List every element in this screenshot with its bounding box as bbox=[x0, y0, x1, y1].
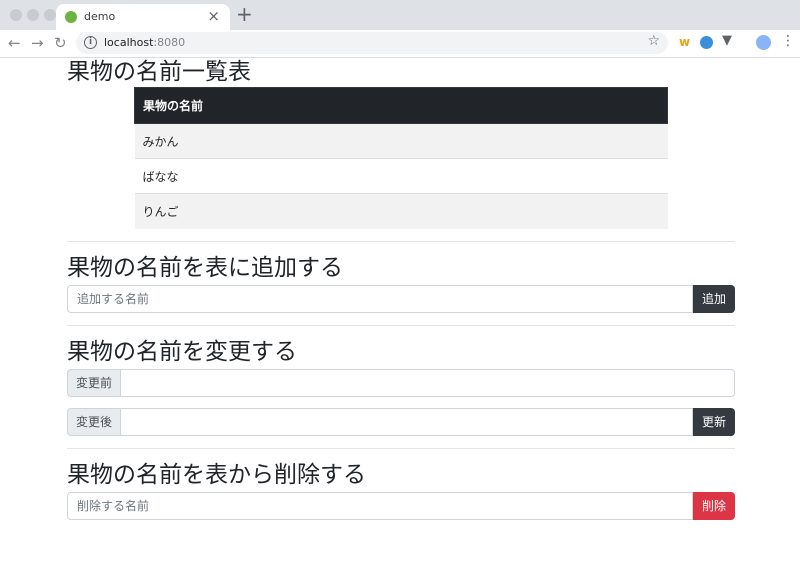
before-input-group: 変更前 bbox=[67, 368, 735, 397]
extension-triangle-icon[interactable]: ▼ bbox=[722, 33, 732, 48]
bookmark-star-icon[interactable]: ☆ bbox=[647, 33, 660, 49]
delete-input-group: 削除 bbox=[67, 491, 735, 520]
extension-w-icon[interactable]: w bbox=[679, 35, 690, 49]
window-zoom-dot[interactable] bbox=[44, 9, 56, 21]
menu-kebab-icon[interactable]: ⋮ bbox=[781, 33, 795, 49]
delete-name-input[interactable] bbox=[67, 491, 693, 520]
extension-compass-icon[interactable] bbox=[700, 36, 713, 49]
divider bbox=[67, 447, 735, 449]
add-button[interactable]: 追加 bbox=[692, 284, 735, 313]
browser-tab[interactable]: demo × bbox=[56, 4, 230, 30]
page-content: 果物の名前一覧表 果物の名前 みかん ばなな りんご 果物の名前を表に追加する … bbox=[67, 58, 735, 520]
close-icon[interactable]: × bbox=[207, 7, 220, 25]
back-icon[interactable]: ← bbox=[8, 34, 21, 52]
table-row: りんご bbox=[134, 193, 668, 229]
add-title: 果物の名前を表に追加する bbox=[67, 254, 343, 281]
url-text: localhost:8080 bbox=[104, 36, 186, 49]
after-label: 変更後 bbox=[67, 407, 120, 436]
forward-icon[interactable]: → bbox=[31, 34, 44, 52]
address-bar[interactable]: i localhost:8080 ☆ bbox=[76, 32, 668, 54]
profile-avatar-icon[interactable] bbox=[756, 35, 771, 50]
browser-toolbar: ← → ↻ i localhost:8080 ☆ w ▼ ⋮ bbox=[0, 30, 800, 58]
info-icon[interactable]: i bbox=[84, 36, 97, 49]
add-input-group: 追加 bbox=[67, 284, 735, 313]
divider bbox=[67, 324, 735, 326]
fruit-table: 果物の名前 みかん ばなな りんご bbox=[134, 87, 668, 229]
after-name-input[interactable] bbox=[120, 407, 693, 436]
spring-leaf-icon bbox=[65, 11, 77, 23]
reload-icon[interactable]: ↻ bbox=[54, 34, 67, 52]
divider bbox=[67, 240, 735, 242]
table-row: ばなな bbox=[134, 158, 668, 194]
add-name-input[interactable] bbox=[67, 284, 693, 313]
window-minimize-dot[interactable] bbox=[27, 9, 39, 21]
before-label: 変更前 bbox=[67, 368, 120, 397]
update-button[interactable]: 更新 bbox=[692, 407, 735, 436]
update-title: 果物の名前を変更する bbox=[67, 338, 297, 365]
list-title: 果物の名前一覧表 bbox=[67, 59, 251, 85]
delete-button[interactable]: 削除 bbox=[692, 491, 735, 520]
column-header-fruit-name: 果物の名前 bbox=[134, 87, 668, 124]
after-input-group: 変更後 更新 bbox=[67, 407, 735, 436]
tab-title: demo bbox=[84, 10, 116, 23]
delete-title: 果物の名前を表から削除する bbox=[67, 461, 366, 488]
browser-tab-strip: demo × + bbox=[0, 0, 800, 30]
table-row: みかん bbox=[134, 123, 668, 159]
before-name-input[interactable] bbox=[120, 368, 735, 397]
window-close-dot[interactable] bbox=[10, 9, 22, 21]
new-tab-icon[interactable]: + bbox=[236, 2, 253, 26]
